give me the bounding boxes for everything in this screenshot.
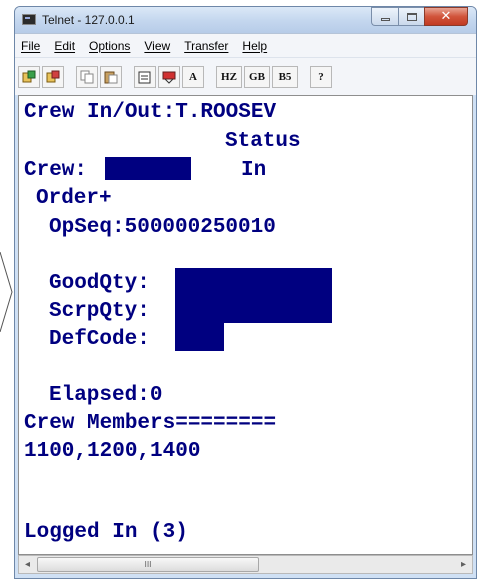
paste-button[interactable] (100, 65, 122, 88)
hz-encoding-icon: HZ (221, 70, 237, 83)
menu-view[interactable]: View (142, 39, 172, 53)
scroll-left-icon: ◂ (24, 559, 31, 570)
menu-edit[interactable]: Edit (52, 39, 77, 53)
horizontal-scrollbar[interactable]: ◂ III ▸ (18, 555, 473, 574)
properties-icon (138, 71, 151, 83)
minimize-icon (380, 18, 390, 21)
copy-button[interactable] (76, 65, 98, 88)
order-label: Order+ (36, 187, 112, 210)
caption-buttons: ✕ (371, 7, 468, 27)
close-icon: ✕ (440, 9, 452, 24)
font-icon: A (189, 70, 197, 83)
opseq-value: OpSeq:500000250010 (49, 216, 276, 239)
help-button[interactable]: ? (310, 65, 332, 88)
help-icon: ? (318, 70, 324, 83)
crew-label: Crew: (24, 159, 88, 182)
logged-in-status: Logged In (3) (24, 521, 188, 544)
gb-encoding-button[interactable]: GB (244, 65, 270, 88)
def-code-input-field[interactable] (175, 323, 224, 351)
crew-members-header: Crew Members======== (24, 412, 277, 435)
terminal-screen[interactable]: Crew In/Out:T.ROOSEV Status Crew: In Ord… (18, 95, 473, 555)
properties-button[interactable] (134, 65, 156, 88)
font-button[interactable]: A (182, 65, 204, 88)
toolbar: A HZ GB B5 ? (15, 57, 476, 95)
window-title: Telnet - 127.0.0.1 (42, 13, 135, 27)
menu-options[interactable]: Options (87, 39, 132, 53)
crew-id-field[interactable] (105, 157, 191, 180)
close-button[interactable]: ✕ (424, 7, 468, 26)
telnet-app-icon (22, 14, 36, 25)
paste-icon (104, 71, 118, 83)
copy-icon (80, 70, 94, 83)
disconnect-icon (46, 70, 60, 82)
scroll-left-button[interactable]: ◂ (19, 556, 36, 573)
hz-encoding-button[interactable]: HZ (216, 65, 242, 88)
chevron-right-icon (0, 252, 13, 332)
maximize-icon (406, 12, 417, 21)
grip-icon: III (144, 560, 152, 569)
menu-transfer[interactable]: Transfer (182, 39, 230, 53)
maximize-button[interactable] (398, 7, 424, 26)
good-qty-label: GoodQty: (49, 272, 150, 295)
disconnect-button[interactable] (42, 65, 64, 88)
minimize-button[interactable] (371, 7, 398, 26)
gb-encoding-icon: GB (249, 70, 265, 83)
scroll-right-button[interactable]: ▸ (455, 556, 472, 573)
b5-encoding-button[interactable]: B5 (272, 65, 298, 88)
keyboard-button[interactable] (158, 65, 180, 88)
screen-header: Crew In/Out:T.ROOSEV (24, 101, 277, 124)
status-header: Status (225, 130, 301, 153)
connect-button[interactable] (18, 65, 40, 88)
scrp-qty-label: ScrpQty: (49, 300, 150, 323)
elapsed-value: Elapsed:0 (49, 384, 163, 407)
menu-help[interactable]: Help (240, 39, 269, 53)
def-code-label: DefCode: (49, 328, 150, 351)
menu-file[interactable]: File (19, 39, 42, 53)
qty-input-field[interactable] (175, 268, 332, 323)
scrollbar-thumb[interactable]: III (37, 557, 259, 572)
keyboard-icon (162, 71, 176, 84)
crew-status: In (241, 159, 267, 182)
menu-bar: File Edit Options View Transfer Help (15, 33, 476, 57)
b5-encoding-icon: B5 (278, 70, 292, 83)
title-bar[interactable]: Telnet - 127.0.0.1 ✕ (15, 7, 476, 33)
telnet-window: Telnet - 127.0.0.1 ✕ File Edit Options V… (14, 6, 477, 579)
connect-icon (22, 70, 36, 82)
scroll-right-icon: ▸ (460, 559, 467, 570)
crew-member-ids: 1100,1200,1400 (24, 440, 201, 463)
